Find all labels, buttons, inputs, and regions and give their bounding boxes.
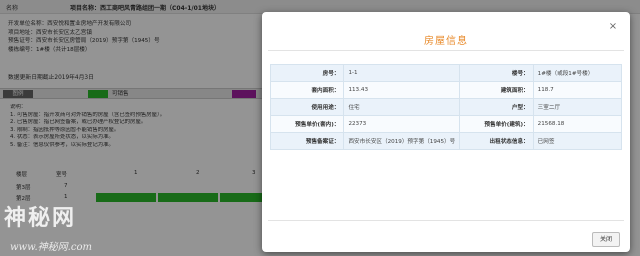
info-row: 套内面积： 113.43 建筑面积： 118.7 — [269, 81, 623, 99]
watermark-url: www.神秘网.com — [10, 242, 92, 253]
presale-cert-label: 预售备案证： — [269, 132, 345, 150]
rental-status-label: 出租状态信息： — [459, 132, 534, 150]
unit-price-building-value: 21568.18 — [532, 115, 623, 133]
info-row: 房号： 1-1 楼号： 1#楼（或段1#号楼） — [269, 64, 623, 82]
usage-label: 使用用途： — [269, 98, 345, 116]
unit-price-building-label: 预售单价(建筑)： — [459, 115, 534, 133]
divider — [268, 220, 624, 221]
info-row: 预售备案证： 西安市长安区（2019）预字第（1945）号 出租状态信息： 已网… — [269, 132, 623, 150]
layout-label: 户型： — [459, 98, 534, 116]
layout-value: 三室二厅 — [532, 98, 623, 116]
modal-title: 房屋信息 — [424, 36, 468, 47]
building-area-value: 118.7 — [532, 81, 623, 99]
watermark: 神秘网 — [4, 206, 77, 231]
inner-area-value: 113.43 — [343, 81, 461, 99]
building-value: 1#楼（或段1#号楼） — [532, 64, 623, 82]
inner-area-label: 套内面积： — [269, 81, 345, 99]
unit-price-inner-value: 22373 — [343, 115, 461, 133]
room-number-value: 1-1 — [343, 64, 461, 82]
divider — [268, 50, 624, 51]
close-button[interactable]: 关闭 — [592, 232, 620, 247]
house-info-table: 房号： 1-1 楼号： 1#楼（或段1#号楼） 套内面积： 113.43 建筑面… — [269, 64, 623, 150]
house-info-modal: × 房屋信息 房号： 1-1 楼号： 1#楼（或段1#号楼） 套内面积： 113… — [262, 12, 630, 252]
usage-value: 住宅 — [343, 98, 461, 116]
building-area-label: 建筑面积： — [459, 81, 534, 99]
room-number-label: 房号： — [269, 64, 345, 82]
info-row: 使用用途： 住宅 户型： 三室二厅 — [269, 98, 623, 116]
rental-status-value: 已网签 — [532, 132, 623, 150]
presale-cert-value: 西安市长安区（2019）预字第（1945）号 — [343, 132, 461, 150]
info-row: 预售单价(套内)： 22373 预售单价(建筑)： 21568.18 — [269, 115, 623, 133]
building-label: 楼号： — [459, 64, 534, 82]
unit-price-inner-label: 预售单价(套内)： — [269, 115, 345, 133]
close-icon[interactable]: × — [608, 22, 618, 32]
